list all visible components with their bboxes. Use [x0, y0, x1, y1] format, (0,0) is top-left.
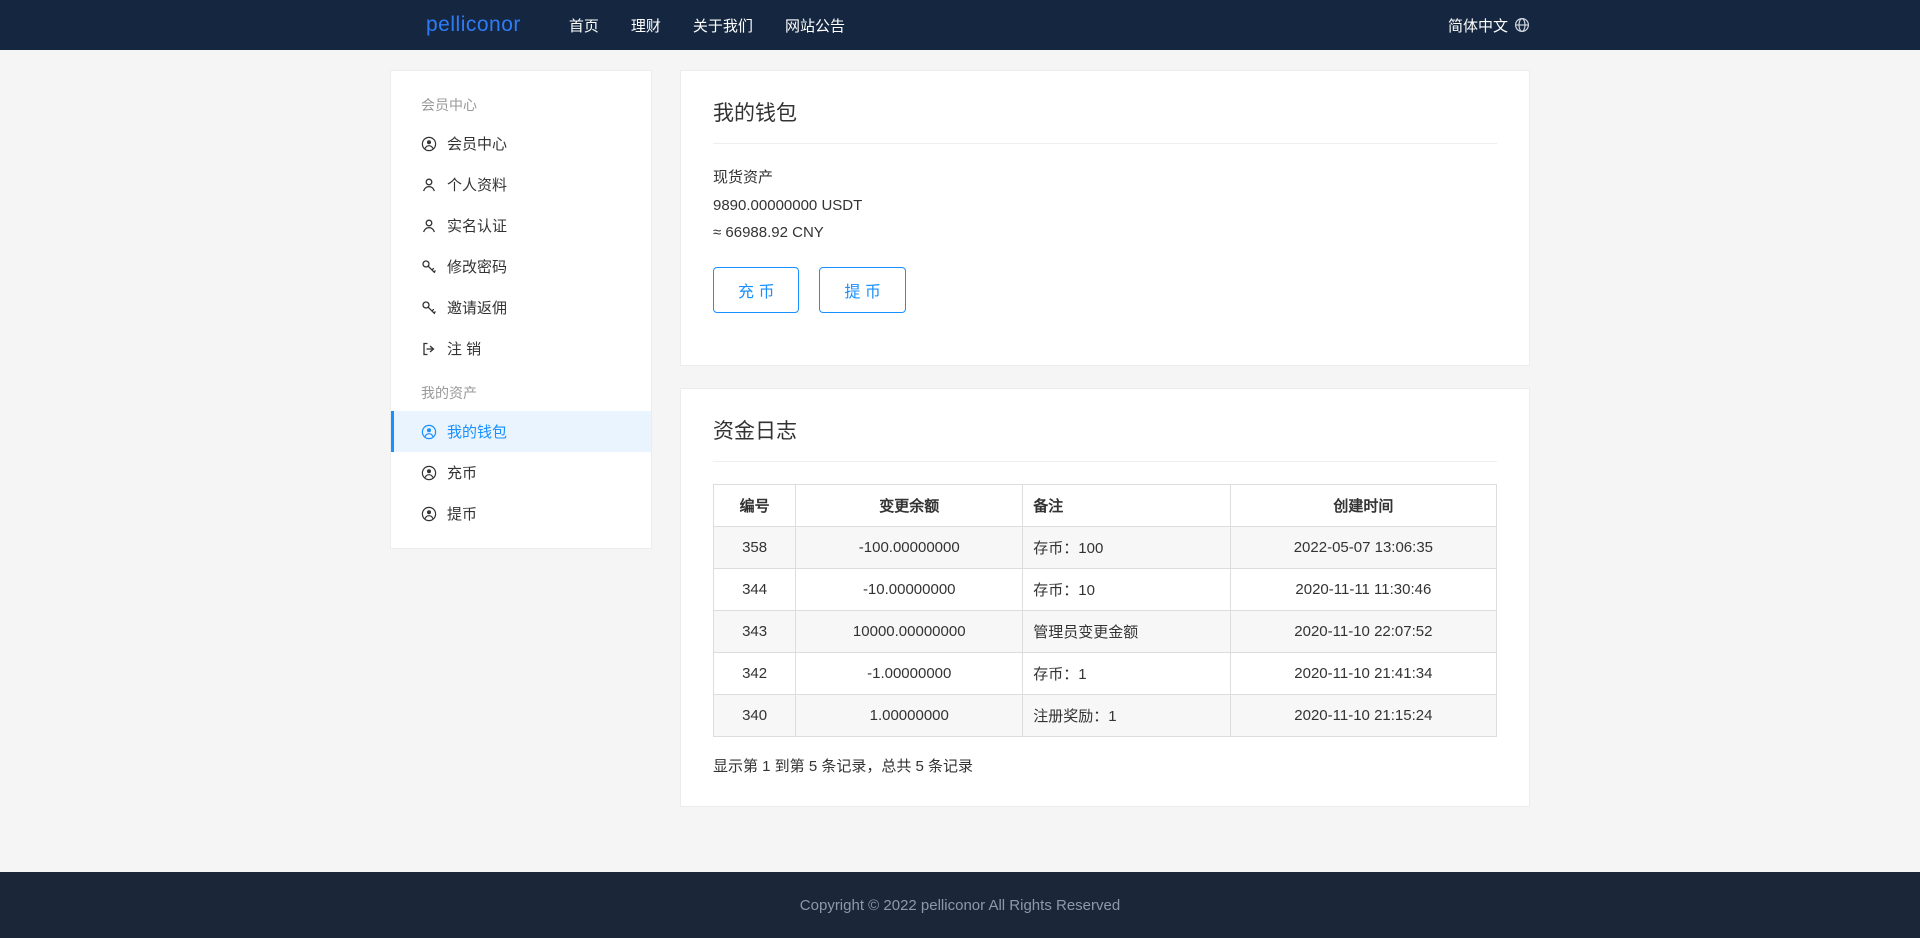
sidebar-group-header: 会员中心: [391, 81, 651, 123]
table-cell: 10000.00000000: [796, 611, 1023, 653]
table-cell: 2020-11-10 22:07:52: [1230, 611, 1496, 653]
wallet-card: 我的钱包 现货资产 9890.00000000 USDT ≈ 66988.92 …: [680, 70, 1530, 366]
sidebar-item-label: 充币: [447, 462, 477, 483]
logout-icon: [421, 341, 437, 357]
sidebar: 会员中心会员中心个人资料实名认证修改密码邀请返佣注 销我的资产我的钱包充币提币: [390, 70, 652, 549]
sidebar-item[interactable]: 提币: [391, 493, 651, 534]
sidebar-item[interactable]: 实名认证: [391, 205, 651, 246]
copyright-text: Copyright © 2022 pelliconor All Rights R…: [800, 897, 1120, 914]
user-icon: [421, 177, 437, 193]
sidebar-item[interactable]: 充币: [391, 452, 651, 493]
page-footer: Copyright © 2022 pelliconor All Rights R…: [0, 872, 1920, 938]
user-circle-icon: [421, 136, 437, 152]
table-row: 342-1.00000000存币：12020-11-10 21:41:34: [714, 653, 1497, 695]
table-cell: 344: [714, 569, 796, 611]
content-container: 会员中心会员中心个人资料实名认证修改密码邀请返佣注 销我的资产我的钱包充币提币 …: [390, 70, 1530, 807]
table-cell: -100.00000000: [796, 527, 1023, 569]
sidebar-item-label: 实名认证: [447, 215, 507, 236]
table-cell: 2022-05-07 13:06:35: [1230, 527, 1496, 569]
table-cell: 存币：100: [1023, 527, 1230, 569]
table-cell: 2020-11-11 11:30:46: [1230, 569, 1496, 611]
table-header-cell: 编号: [714, 485, 796, 527]
nav-link[interactable]: 理财: [631, 15, 661, 36]
key-icon: [421, 259, 437, 275]
table-cell: 2020-11-10 21:15:24: [1230, 695, 1496, 737]
sidebar-item-label: 注 销: [447, 338, 481, 359]
user-circle-icon: [421, 465, 437, 481]
sidebar-item-label: 我的钱包: [447, 421, 507, 442]
sidebar-item-label: 提币: [447, 503, 477, 524]
key-icon: [421, 300, 437, 316]
table-cell: 340: [714, 695, 796, 737]
navbar-container: pelliconor 首页 理财 关于我们 网站公告 简体中文: [390, 0, 1530, 50]
sidebar-item-label: 个人资料: [447, 174, 507, 195]
asset-label: 现货资产: [713, 166, 1497, 187]
sidebar-item[interactable]: 我的钱包: [391, 411, 651, 452]
table-row: 358-100.00000000存币：1002022-05-07 13:06:3…: [714, 527, 1497, 569]
asset-approx-cny: ≈ 66988.92 CNY: [713, 224, 1497, 241]
sidebar-item[interactable]: 修改密码: [391, 246, 651, 287]
table-row: 3401.00000000注册奖励：12020-11-10 21:15:24: [714, 695, 1497, 737]
table-cell: 存币：1: [1023, 653, 1230, 695]
sidebar-item[interactable]: 邀请返佣: [391, 287, 651, 328]
sidebar-item-label: 会员中心: [447, 133, 507, 154]
language-selector[interactable]: 简体中文: [1448, 15, 1530, 36]
fund-log-title: 资金日志: [713, 415, 1497, 462]
fund-log-table: 编号变更余额备注创建时间 358-100.00000000存币：1002022-…: [713, 484, 1497, 737]
table-cell: 358: [714, 527, 796, 569]
table-row: 34310000.00000000管理员变更金额2020-11-10 22:07…: [714, 611, 1497, 653]
wallet-actions: 充 币 提 币: [713, 267, 1497, 313]
table-cell: 存币：10: [1023, 569, 1230, 611]
sidebar-item[interactable]: 个人资料: [391, 164, 651, 205]
withdraw-button[interactable]: 提 币: [819, 267, 905, 313]
user-circle-icon: [421, 424, 437, 440]
deposit-button[interactable]: 充 币: [713, 267, 799, 313]
content-column: 我的钱包 现货资产 9890.00000000 USDT ≈ 66988.92 …: [680, 70, 1530, 807]
table-cell: 管理员变更金额: [1023, 611, 1230, 653]
user-icon: [421, 218, 437, 234]
table-cell: 342: [714, 653, 796, 695]
sidebar-item[interactable]: 注 销: [391, 328, 651, 369]
nav-link[interactable]: 关于我们: [693, 15, 753, 36]
main-area: 会员中心会员中心个人资料实名认证修改密码邀请返佣注 销我的资产我的钱包充币提币 …: [0, 50, 1920, 872]
table-cell: -10.00000000: [796, 569, 1023, 611]
brand-logo[interactable]: pelliconor: [426, 13, 521, 37]
wallet-title: 我的钱包: [713, 97, 1497, 144]
nav-link[interactable]: 网站公告: [785, 15, 845, 36]
sidebar-item[interactable]: 会员中心: [391, 123, 651, 164]
table-cell: 2020-11-10 21:41:34: [1230, 653, 1496, 695]
main-nav: 首页 理财 关于我们 网站公告: [569, 0, 845, 50]
user-circle-icon: [421, 506, 437, 522]
language-label: 简体中文: [1448, 15, 1508, 36]
sidebar-group-header: 我的资产: [391, 369, 651, 411]
table-cell: 注册奖励：1: [1023, 695, 1230, 737]
nav-link[interactable]: 首页: [569, 15, 599, 36]
sidebar-item-label: 邀请返佣: [447, 297, 507, 318]
globe-icon: [1514, 17, 1530, 33]
sidebar-item-label: 修改密码: [447, 256, 507, 277]
top-navbar: pelliconor 首页 理财 关于我们 网站公告 简体中文: [0, 0, 1920, 50]
table-header-cell: 备注: [1023, 485, 1230, 527]
table-header-row: 编号变更余额备注创建时间: [714, 485, 1497, 527]
table-cell: 1.00000000: [796, 695, 1023, 737]
asset-amount: 9890.00000000 USDT: [713, 197, 1497, 214]
table-row: 344-10.00000000存币：102020-11-11 11:30:46: [714, 569, 1497, 611]
table-cell: 343: [714, 611, 796, 653]
fund-log-card: 资金日志 编号变更余额备注创建时间 358-100.00000000存币：100…: [680, 388, 1530, 807]
table-header-cell: 变更余额: [796, 485, 1023, 527]
table-header-cell: 创建时间: [1230, 485, 1496, 527]
record-count-summary: 显示第 1 到第 5 条记录，总共 5 条记录: [713, 755, 1497, 776]
table-cell: -1.00000000: [796, 653, 1023, 695]
